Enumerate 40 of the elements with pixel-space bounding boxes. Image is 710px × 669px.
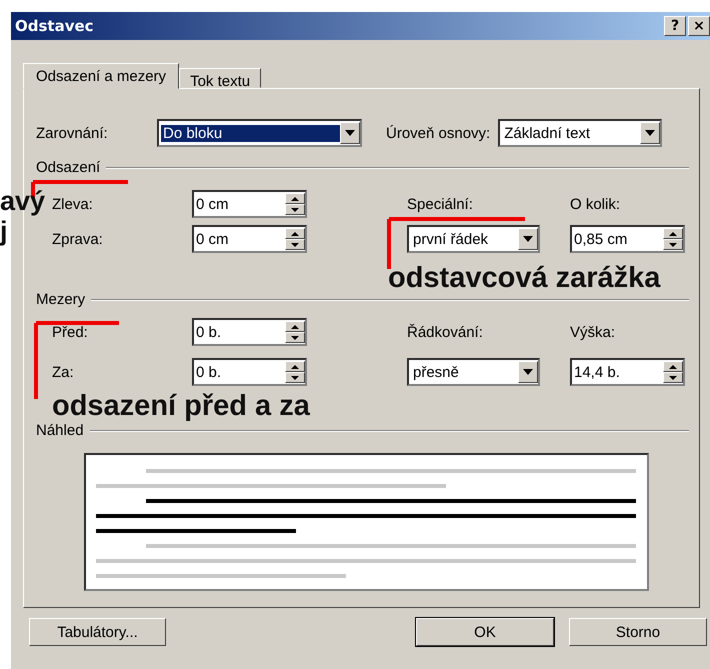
group-title: Odsazení	[36, 159, 100, 176]
help-button[interactable]: ?	[664, 16, 686, 36]
field-label: Zprava:	[52, 230, 104, 248]
spinner-arrows-icon	[285, 193, 305, 215]
dialog-button[interactable]: OK	[416, 618, 554, 646]
annotation-text: odstavcová zarážka	[388, 264, 660, 293]
outline-dropdown[interactable]: Základní text	[498, 119, 662, 147]
group-title: Náhled	[36, 422, 84, 439]
spin-field[interactable]: 0 cm	[192, 225, 307, 253]
annotation-text: odsazení před a za	[52, 392, 310, 421]
spin-field[interactable]: 0 b.	[192, 358, 307, 386]
spin-field[interactable]: 14,4 b.	[570, 358, 685, 386]
field-label: Úroveň osnovy:	[386, 124, 490, 142]
field-label: Zarovnání:	[36, 124, 109, 142]
field-label: Před:	[52, 324, 89, 340]
field-label: Výška:	[570, 324, 616, 340]
field-label: O kolik:	[570, 196, 622, 212]
tab[interactable]: Tok textu	[179, 68, 262, 88]
spin-field[interactable]: 0 cm	[192, 190, 307, 218]
spinner-arrows-icon	[285, 321, 305, 343]
tab[interactable]: Odsazení a mezery	[23, 63, 180, 89]
alignment-dropdown[interactable]: Do bloku	[157, 119, 362, 147]
spinner-arrows-icon	[285, 228, 305, 250]
dialog-button[interactable]: Tabulátory...	[29, 618, 166, 646]
annotation-text: avý	[0, 188, 46, 215]
spinner-arrows-icon	[285, 361, 305, 383]
field-label: Řádkování:	[407, 324, 484, 340]
window-title: Odstavec	[15, 17, 95, 35]
field-label: Speciální:	[407, 196, 474, 212]
field-label: Za:	[52, 364, 75, 380]
dropdown[interactable]: přesně	[407, 358, 540, 386]
spinner-arrows-icon	[663, 361, 683, 383]
dropdown[interactable]: první řádek	[407, 225, 540, 253]
field-label: Zleva:	[52, 196, 94, 212]
group-title: Mezery	[36, 291, 86, 308]
dialog-button[interactable]: Storno	[569, 618, 707, 646]
spin-field[interactable]: 0,85 cm	[570, 225, 685, 253]
spin-field[interactable]: 0 b.	[192, 318, 307, 346]
close-button[interactable]: ×	[688, 16, 710, 36]
spinner-arrows-icon	[663, 228, 683, 250]
